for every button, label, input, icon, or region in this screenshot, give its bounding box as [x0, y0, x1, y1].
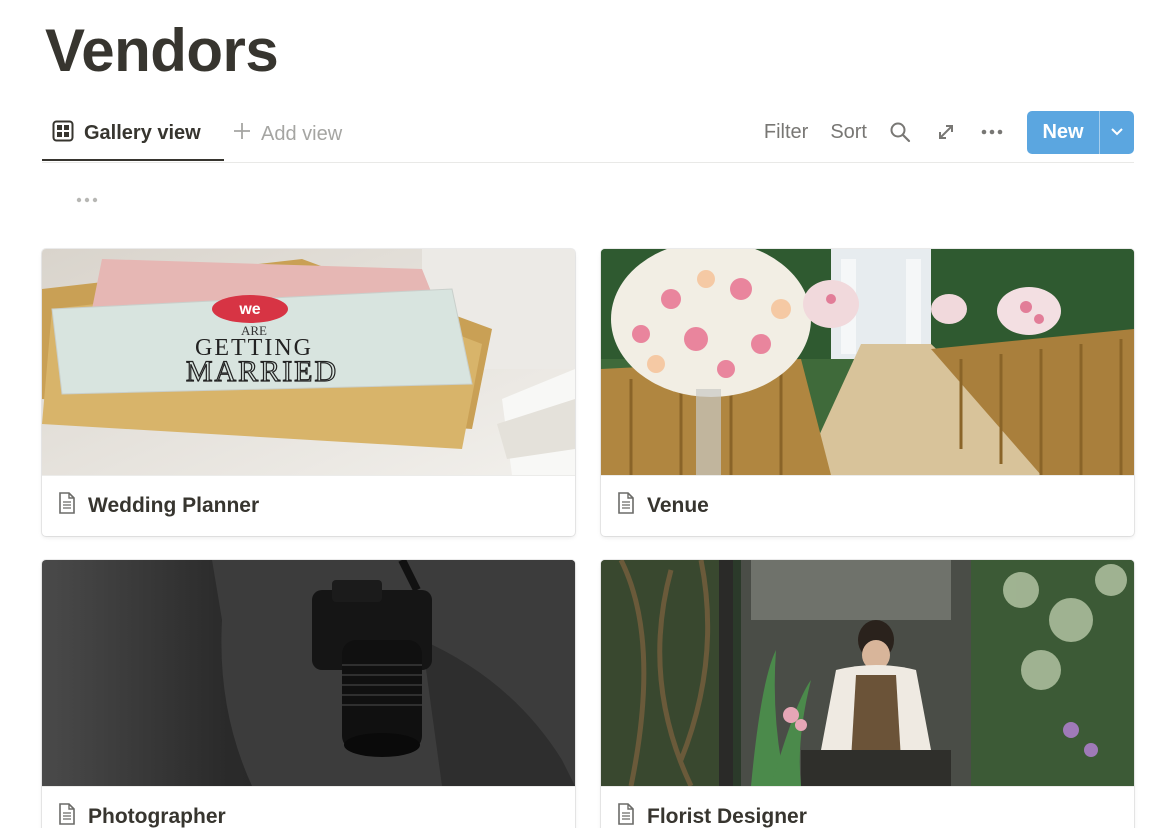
gallery-card-venue[interactable]: Venue — [601, 249, 1134, 536]
page-icon — [58, 803, 76, 828]
view-bar: Gallery view Add view Filter Sort New — [42, 108, 1134, 163]
add-view-label: Add view — [261, 122, 343, 145]
gallery-card-florist-designer[interactable]: Florist Designer — [601, 560, 1134, 828]
card-cover-image — [42, 560, 575, 786]
new-button[interactable]: New — [1027, 111, 1099, 154]
plus-icon — [232, 121, 252, 147]
svg-text:MARRIED: MARRIED — [186, 355, 338, 388]
expand-icon[interactable] — [935, 121, 957, 143]
svg-text:we: we — [238, 301, 260, 318]
card-cover-image: we ARE GETTING MARRIED — [42, 249, 575, 475]
group-more-icon[interactable] — [74, 190, 100, 210]
search-icon[interactable] — [889, 121, 911, 143]
page-icon — [617, 803, 635, 828]
database-toolbar: Filter Sort New — [764, 110, 1134, 154]
gallery-card-photographer[interactable]: Photographer — [42, 560, 575, 828]
filter-button[interactable]: Filter — [764, 121, 808, 144]
card-title: Florist Designer — [647, 805, 807, 828]
gallery-grid-icon — [52, 120, 74, 148]
page-title: Vendors — [45, 17, 279, 84]
page-icon — [617, 492, 635, 520]
chevron-down-icon — [1110, 123, 1124, 141]
page-icon — [58, 492, 76, 520]
card-title: Wedding Planner — [88, 494, 260, 517]
new-button-group: New — [1027, 110, 1134, 154]
more-horizontal-icon[interactable] — [981, 121, 1003, 143]
card-caption: Venue — [601, 475, 1134, 536]
new-dropdown-button[interactable] — [1099, 110, 1134, 154]
card-caption: Wedding Planner — [42, 475, 575, 536]
gallery-card-wedding-planner[interactable]: we ARE GETTING MARRIED Wedding Planner — [42, 249, 575, 536]
card-cover-image — [601, 249, 1134, 475]
sort-button[interactable]: Sort — [830, 121, 867, 144]
card-title: Photographer — [88, 805, 226, 828]
card-caption: Photographer — [42, 786, 575, 828]
add-view-button[interactable]: Add view — [232, 108, 342, 160]
card-caption: Florist Designer — [601, 786, 1134, 828]
card-cover-image — [601, 560, 1134, 786]
card-title: Venue — [647, 494, 709, 517]
tab-gallery-view-label: Gallery view — [84, 122, 201, 144]
tab-gallery-view[interactable]: Gallery view — [42, 108, 224, 161]
notion-database-page: Vendors Gallery view Add view Filter Sor… — [0, 0, 1160, 828]
